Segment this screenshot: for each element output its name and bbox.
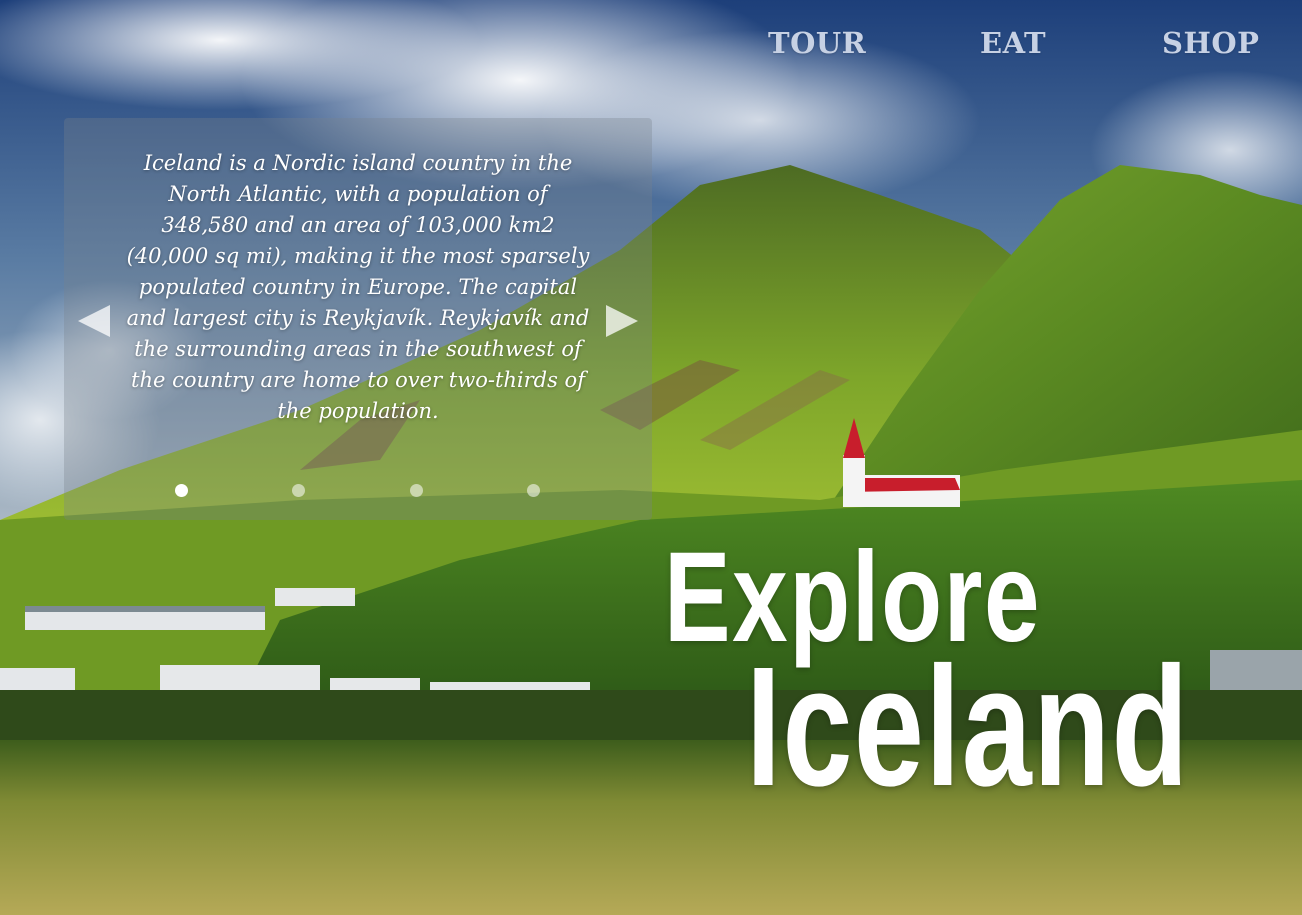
nav-shop-link[interactable]: SHOP [1162, 26, 1259, 60]
triangle-left-icon[interactable] [78, 305, 110, 337]
carousel-pagination [64, 484, 652, 498]
carousel-dot-3[interactable] [410, 484, 423, 497]
carousel-slide-text: Iceland is a Nordic island country in th… [126, 151, 590, 423]
carousel-dot-4[interactable] [527, 484, 540, 497]
carousel-dot-1[interactable] [175, 484, 188, 497]
headline-line-2: Iceland [746, 632, 1190, 822]
nav-eat-link[interactable]: EAT [980, 26, 1046, 60]
info-carousel: Iceland is a Nordic island country in th… [64, 118, 652, 520]
top-nav: TOUR EAT SHOP [0, 26, 1302, 70]
triangle-right-icon[interactable] [606, 305, 638, 337]
carousel-dot-2[interactable] [292, 484, 305, 497]
nav-tour-link[interactable]: TOUR [768, 26, 866, 60]
